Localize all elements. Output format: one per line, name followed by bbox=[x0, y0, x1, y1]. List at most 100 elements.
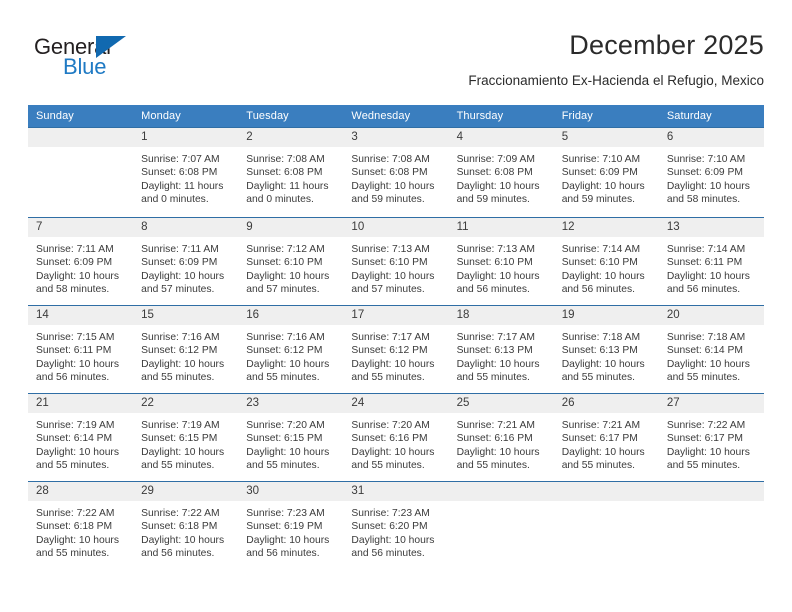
day-details: Sunrise: 7:12 AM Sunset: 6:10 PM Dayligh… bbox=[238, 237, 343, 297]
day-number: 4 bbox=[448, 128, 554, 147]
sunset-text: Sunset: 6:08 PM bbox=[246, 167, 323, 179]
sunset-text: Sunset: 6:12 PM bbox=[141, 345, 218, 357]
calendar-day-cell[interactable]: 10 Sunrise: 7:13 AM Sunset: 6:10 PM Dayl… bbox=[343, 217, 449, 306]
calendar-day-cell[interactable]: 22 Sunrise: 7:19 AM Sunset: 6:15 PM Dayl… bbox=[133, 393, 239, 482]
day-number: 22 bbox=[133, 394, 239, 413]
daylight-text-line2: and 55 minutes. bbox=[456, 372, 530, 384]
calendar-day-cell[interactable]: 27 Sunrise: 7:22 AM Sunset: 6:17 PM Dayl… bbox=[658, 393, 764, 482]
calendar-day-cell[interactable]: 5 Sunrise: 7:10 AM Sunset: 6:09 PM Dayli… bbox=[553, 127, 659, 218]
day-details: Sunrise: 7:21 AM Sunset: 6:17 PM Dayligh… bbox=[554, 413, 659, 473]
day-details: Sunrise: 7:17 AM Sunset: 6:13 PM Dayligh… bbox=[449, 325, 554, 385]
calendar-day-cell[interactable]: 2 Sunrise: 7:08 AM Sunset: 6:08 PM Dayli… bbox=[238, 127, 344, 218]
weekday-header-sunday: Sunday bbox=[28, 105, 134, 128]
sunset-text: Sunset: 6:17 PM bbox=[561, 433, 638, 445]
general-blue-logo[interactable]: General Blue bbox=[28, 32, 208, 90]
day-details: Sunrise: 7:14 AM Sunset: 6:10 PM Dayligh… bbox=[554, 237, 659, 297]
daylight-text-line1: Daylight: 10 hours bbox=[351, 358, 435, 370]
calendar-day-cell[interactable]: 21 Sunrise: 7:19 AM Sunset: 6:14 PM Dayl… bbox=[28, 393, 134, 482]
calendar-day-cell[interactable]: 30 Sunrise: 7:23 AM Sunset: 6:19 PM Dayl… bbox=[238, 481, 344, 570]
sunrise-text: Sunrise: 7:11 AM bbox=[36, 244, 114, 255]
calendar-day-cell bbox=[553, 481, 659, 570]
calendar-week-row: 7 Sunrise: 7:11 AM Sunset: 6:09 PM Dayli… bbox=[28, 217, 764, 306]
day-details: Sunrise: 7:08 AM Sunset: 6:08 PM Dayligh… bbox=[238, 147, 343, 207]
calendar-day-cell[interactable]: 25 Sunrise: 7:21 AM Sunset: 6:16 PM Dayl… bbox=[448, 393, 554, 482]
daylight-text-line1: Daylight: 11 hours bbox=[141, 180, 224, 192]
calendar-day-cell[interactable]: 26 Sunrise: 7:21 AM Sunset: 6:17 PM Dayl… bbox=[553, 393, 659, 482]
day-details: Sunrise: 7:08 AM Sunset: 6:08 PM Dayligh… bbox=[343, 147, 448, 207]
daylight-text-line2: and 59 minutes. bbox=[561, 194, 635, 206]
calendar-day-cell[interactable]: 9 Sunrise: 7:12 AM Sunset: 6:10 PM Dayli… bbox=[238, 217, 344, 306]
day-number: 10 bbox=[343, 218, 449, 237]
calendar-day-cell[interactable]: 24 Sunrise: 7:20 AM Sunset: 6:16 PM Dayl… bbox=[343, 393, 449, 482]
sunset-text: Sunset: 6:11 PM bbox=[36, 345, 112, 357]
daylight-text-line1: Daylight: 10 hours bbox=[351, 180, 435, 192]
daylight-text-line1: Daylight: 10 hours bbox=[666, 180, 750, 192]
sunset-text: Sunset: 6:09 PM bbox=[666, 167, 743, 179]
sunrise-text: Sunrise: 7:23 AM bbox=[351, 508, 430, 519]
calendar-week-row: 14 Sunrise: 7:15 AM Sunset: 6:11 PM Dayl… bbox=[28, 305, 764, 394]
weekday-header-wednesday: Wednesday bbox=[343, 105, 449, 128]
sunrise-text: Sunrise: 7:17 AM bbox=[456, 332, 535, 343]
day-number: 9 bbox=[238, 218, 344, 237]
sunrise-text: Sunrise: 7:16 AM bbox=[246, 332, 325, 343]
calendar-day-cell[interactable]: 23 Sunrise: 7:20 AM Sunset: 6:15 PM Dayl… bbox=[238, 393, 344, 482]
calendar-day-cell[interactable]: 17 Sunrise: 7:17 AM Sunset: 6:12 PM Dayl… bbox=[343, 305, 449, 394]
calendar-day-cell[interactable]: 12 Sunrise: 7:14 AM Sunset: 6:10 PM Dayl… bbox=[553, 217, 659, 306]
calendar-day-cell[interactable]: 14 Sunrise: 7:15 AM Sunset: 6:11 PM Dayl… bbox=[28, 305, 134, 394]
day-details: Sunrise: 7:21 AM Sunset: 6:16 PM Dayligh… bbox=[449, 413, 554, 473]
daylight-text-line2: and 55 minutes. bbox=[456, 460, 530, 472]
daylight-text-line2: and 56 minutes. bbox=[456, 284, 530, 296]
calendar-day-cell[interactable]: 1 Sunrise: 7:07 AM Sunset: 6:08 PM Dayli… bbox=[133, 127, 239, 218]
title-block: December 2025 Fraccionamiento Ex-Haciend… bbox=[468, 28, 764, 89]
sunrise-text: Sunrise: 7:22 AM bbox=[666, 420, 746, 431]
calendar-day-cell[interactable]: 11 Sunrise: 7:13 AM Sunset: 6:10 PM Dayl… bbox=[448, 217, 554, 306]
calendar-day-cell[interactable]: 19 Sunrise: 7:18 AM Sunset: 6:13 PM Dayl… bbox=[553, 305, 659, 394]
calendar-day-cell[interactable]: 31 Sunrise: 7:23 AM Sunset: 6:20 PM Dayl… bbox=[343, 481, 449, 570]
day-details: Sunrise: 7:13 AM Sunset: 6:10 PM Dayligh… bbox=[449, 237, 554, 297]
calendar-day-cell[interactable]: 4 Sunrise: 7:09 AM Sunset: 6:08 PM Dayli… bbox=[448, 127, 554, 218]
sunset-text: Sunset: 6:14 PM bbox=[36, 433, 113, 445]
daylight-text-line2: and 55 minutes. bbox=[141, 372, 215, 384]
day-number: 8 bbox=[133, 218, 239, 237]
daylight-text-line1: Daylight: 10 hours bbox=[246, 358, 330, 370]
calendar-day-cell[interactable]: 7 Sunrise: 7:11 AM Sunset: 6:09 PM Dayli… bbox=[28, 217, 134, 306]
calendar-day-cell[interactable]: 16 Sunrise: 7:16 AM Sunset: 6:12 PM Dayl… bbox=[238, 305, 344, 394]
sunset-text: Sunset: 6:08 PM bbox=[141, 167, 218, 179]
day-details: Sunrise: 7:07 AM Sunset: 6:08 PM Dayligh… bbox=[133, 147, 238, 207]
day-number: 1 bbox=[133, 128, 239, 147]
calendar-day-cell[interactable]: 29 Sunrise: 7:22 AM Sunset: 6:18 PM Dayl… bbox=[133, 481, 239, 570]
sunrise-text: Sunrise: 7:16 AM bbox=[141, 332, 220, 343]
calendar-day-cell bbox=[658, 481, 764, 570]
daylight-text-line1: Daylight: 10 hours bbox=[246, 270, 330, 282]
day-number: 14 bbox=[28, 306, 134, 325]
day-number: 30 bbox=[238, 482, 344, 501]
sunrise-text: Sunrise: 7:23 AM bbox=[246, 508, 325, 519]
sunrise-text: Sunrise: 7:22 AM bbox=[36, 508, 115, 519]
page-title: December 2025 bbox=[569, 30, 764, 60]
weekday-header-tuesday: Tuesday bbox=[238, 105, 344, 128]
daylight-text-line2: and 55 minutes. bbox=[246, 460, 320, 472]
calendar-day-cell[interactable]: 6 Sunrise: 7:10 AM Sunset: 6:09 PM Dayli… bbox=[658, 127, 764, 218]
calendar-day-cell[interactable]: 13 Sunrise: 7:14 AM Sunset: 6:11 PM Dayl… bbox=[658, 217, 764, 306]
day-number bbox=[658, 482, 764, 501]
day-number: 2 bbox=[238, 128, 344, 147]
calendar-day-cell[interactable]: 20 Sunrise: 7:18 AM Sunset: 6:14 PM Dayl… bbox=[658, 305, 764, 394]
day-details: Sunrise: 7:23 AM Sunset: 6:19 PM Dayligh… bbox=[238, 501, 343, 561]
calendar-day-cell[interactable]: 28 Sunrise: 7:22 AM Sunset: 6:18 PM Dayl… bbox=[28, 481, 134, 570]
day-details: Sunrise: 7:11 AM Sunset: 6:09 PM Dayligh… bbox=[133, 237, 238, 297]
sunrise-text: Sunrise: 7:13 AM bbox=[456, 244, 535, 255]
day-number: 31 bbox=[343, 482, 449, 501]
day-number: 6 bbox=[658, 128, 764, 147]
day-number: 3 bbox=[343, 128, 449, 147]
calendar-day-cell[interactable]: 18 Sunrise: 7:17 AM Sunset: 6:13 PM Dayl… bbox=[448, 305, 554, 394]
daylight-text-line1: Daylight: 10 hours bbox=[141, 270, 225, 282]
daylight-text-line2: and 56 minutes. bbox=[561, 284, 635, 296]
sunset-text: Sunset: 6:09 PM bbox=[36, 257, 113, 269]
sunset-text: Sunset: 6:08 PM bbox=[351, 167, 428, 179]
calendar-week-row: 28 Sunrise: 7:22 AM Sunset: 6:18 PM Dayl… bbox=[28, 481, 764, 570]
calendar-day-cell[interactable]: 8 Sunrise: 7:11 AM Sunset: 6:09 PM Dayli… bbox=[133, 217, 239, 306]
sunset-text: Sunset: 6:10 PM bbox=[351, 257, 428, 269]
calendar-day-cell[interactable]: 15 Sunrise: 7:16 AM Sunset: 6:12 PM Dayl… bbox=[133, 305, 239, 394]
calendar-day-cell[interactable]: 3 Sunrise: 7:08 AM Sunset: 6:08 PM Dayli… bbox=[343, 127, 449, 218]
sunset-text: Sunset: 6:18 PM bbox=[36, 521, 113, 533]
